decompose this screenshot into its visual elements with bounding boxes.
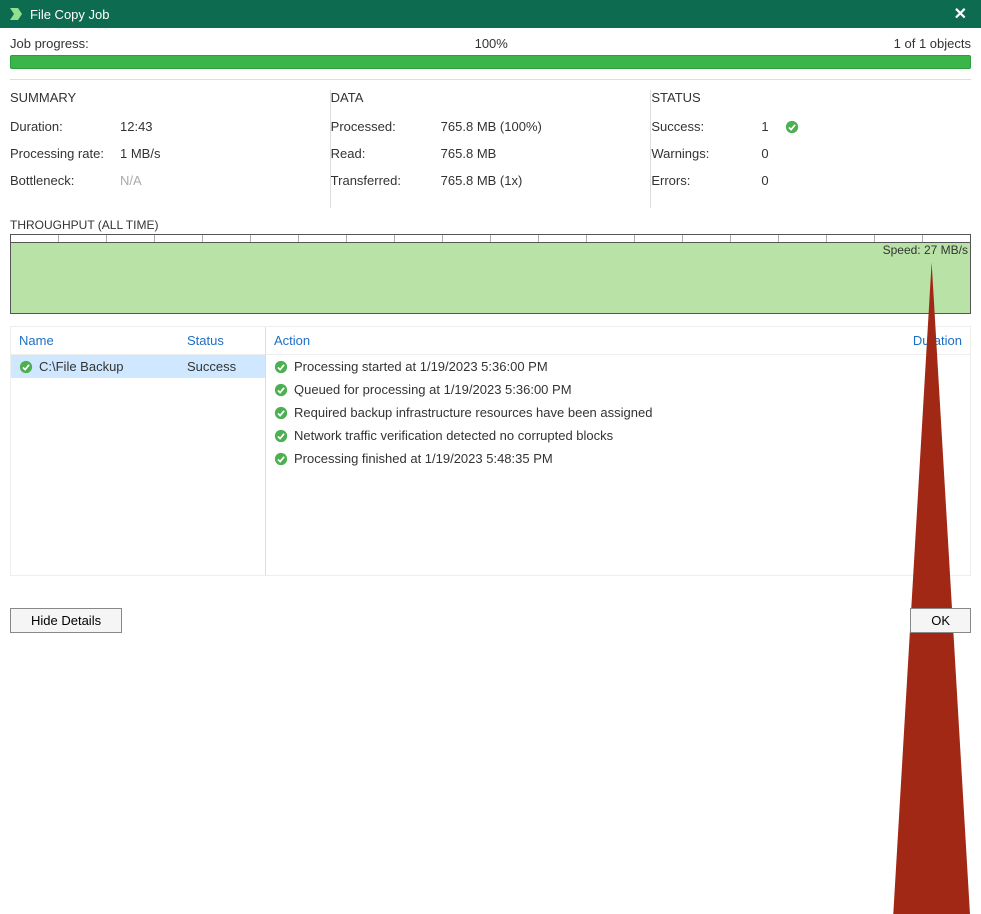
ok-button[interactable]: OK (910, 608, 971, 633)
app-icon (8, 6, 24, 22)
errors-value: 0 (761, 173, 961, 188)
status-col: STATUS Success:1 Warnings:0 Errors:0 (651, 90, 971, 208)
warnings-value: 0 (761, 146, 961, 161)
summary-col: SUMMARY Duration:12:43 Processing rate:1… (10, 90, 331, 208)
status-heading: STATUS (651, 90, 961, 105)
throughput-ticks (10, 234, 971, 242)
title-bar: File Copy Job ✕ (0, 0, 981, 28)
read-label: Read: (331, 146, 441, 161)
success-value: 1 (761, 119, 785, 134)
duration-label: Duration: (10, 119, 120, 134)
success-label: Success: (651, 119, 761, 134)
speed-label: Speed: 27 MB/s (883, 243, 968, 257)
success-icon (785, 120, 799, 134)
transferred-value: 765.8 MB (1x) (441, 173, 641, 188)
errors-label: Errors: (651, 173, 761, 188)
bottleneck-label: Bottleneck: (10, 173, 120, 188)
hide-details-button[interactable]: Hide Details (10, 608, 122, 633)
processed-value: 765.8 MB (100%) (441, 119, 641, 134)
transferred-label: Transferred: (331, 173, 441, 188)
throughput-label: THROUGHPUT (ALL TIME) (0, 208, 981, 234)
rate-value: 1 MB/s (120, 146, 320, 161)
duration-value: 12:43 (120, 119, 320, 134)
rate-label: Processing rate: (10, 146, 120, 161)
data-heading: DATA (331, 90, 641, 105)
read-value: 765.8 MB (441, 146, 641, 161)
window-title: File Copy Job (30, 7, 948, 22)
progress-label: Job progress: (10, 36, 89, 51)
progress-value: 100% (89, 36, 894, 51)
close-icon[interactable]: ✕ (948, 4, 973, 24)
progress-bar (10, 55, 971, 69)
warnings-label: Warnings: (651, 146, 761, 161)
throughput-chart: Speed: 27 MB/s (10, 242, 971, 314)
progress-objects: 1 of 1 objects (894, 36, 971, 51)
summary-section: SUMMARY Duration:12:43 Processing rate:1… (0, 90, 981, 208)
processed-label: Processed: (331, 119, 441, 134)
footer: Hide Details OK (0, 608, 981, 633)
data-col: DATA Processed:765.8 MB (100%) Read:765.… (331, 90, 652, 208)
summary-heading: SUMMARY (10, 90, 320, 105)
progress-header: Job progress: 100% 1 of 1 objects (0, 28, 981, 55)
bottleneck-value: N/A (120, 173, 320, 188)
